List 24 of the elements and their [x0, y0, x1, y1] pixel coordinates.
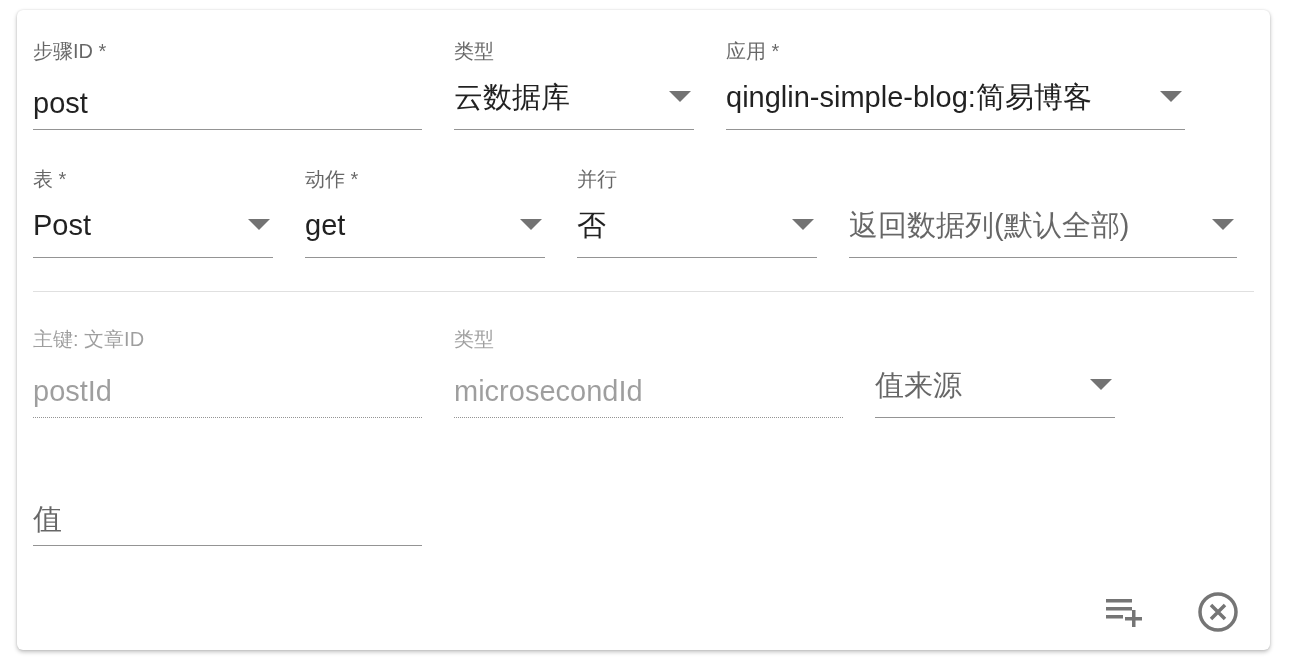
select-field[interactable]: Post [33, 192, 273, 258]
select-field[interactable]: 否 [577, 192, 817, 258]
field-label: 步骤ID * [33, 39, 108, 64]
caret-icon [792, 219, 814, 231]
select-field[interactable]: 值来源 [875, 352, 1115, 418]
caret-icon [1212, 219, 1234, 231]
field-label: 动作 * [305, 167, 360, 192]
caret-icon [1160, 91, 1182, 103]
field-label: 类型 [454, 39, 495, 64]
select-field[interactable]: 云数据库 [454, 64, 694, 130]
field-label: 主键: 文章ID [33, 327, 146, 352]
select-field[interactable]: get [305, 192, 545, 258]
select-field[interactable]: 返回数据列(默认全部) [849, 192, 1237, 258]
caret-icon [669, 91, 691, 103]
select-field[interactable]: qinglin-simple-blog:简易博客 [726, 64, 1185, 130]
caret-icon [1090, 379, 1112, 391]
caret-icon [520, 219, 542, 231]
text-field[interactable]: post [33, 64, 422, 130]
field-label: 应用 * [726, 39, 781, 64]
caret-icon [248, 219, 270, 231]
field-label: 类型 [454, 327, 495, 352]
field-label: 并行 [577, 167, 618, 192]
field-label: 表 * [33, 167, 68, 192]
text-field[interactable]: 值 [33, 480, 422, 546]
